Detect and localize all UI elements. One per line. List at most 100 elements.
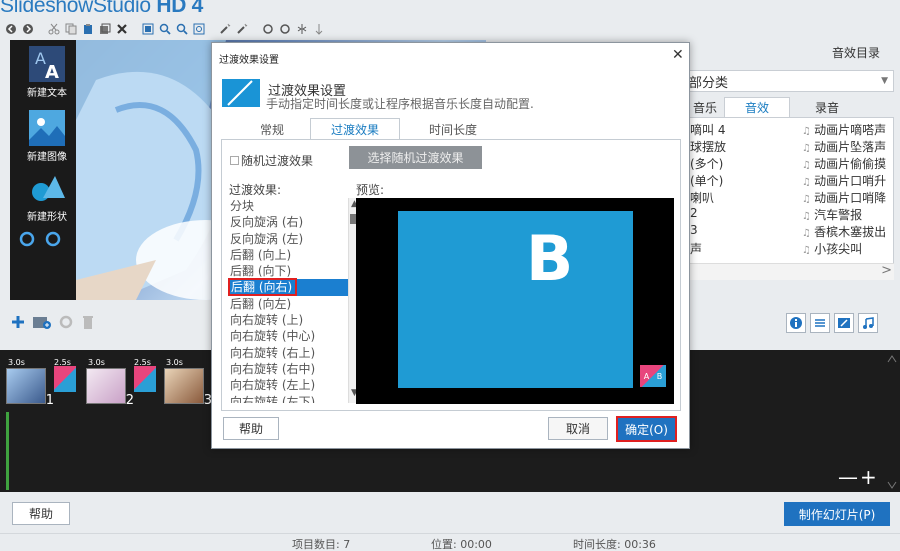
effect-item[interactable]: 后翻 (向左)	[228, 296, 356, 312]
effect-item[interactable]: 向右旋转 (中心)	[228, 328, 356, 344]
scroll-right-icon[interactable]: >	[881, 263, 892, 278]
choose-random-transition-button[interactable]: 选择随机过渡效果	[349, 146, 482, 169]
sfx-category-select[interactable]: 部分类 ▼	[686, 70, 894, 92]
sfx-item[interactable]: 小孩尖叫	[802, 240, 886, 257]
playhead-marker[interactable]	[6, 412, 9, 490]
sfx-item[interactable]: 动画片口哨升	[802, 172, 886, 189]
transition-icon[interactable]	[834, 313, 854, 333]
flip-icon[interactable]	[295, 22, 309, 36]
forward-icon[interactable]	[21, 22, 35, 36]
tab-general[interactable]: 常规	[232, 118, 312, 140]
effect-item[interactable]: 向右旋转 (左下)	[228, 394, 356, 403]
new-shape-button[interactable]: 新建形状	[18, 164, 76, 223]
effect-item[interactable]: 反向旋涡 (左)	[228, 231, 356, 247]
timeline-transition[interactable]	[54, 366, 76, 392]
effect-item-selected[interactable]: 后翻 (向右)	[228, 278, 356, 297]
add-icon[interactable]	[10, 314, 26, 330]
app-title: SlideshowStudio HD 4	[0, 0, 203, 18]
tab-music[interactable]: 音乐	[686, 97, 724, 117]
sfx-horizontal-scrollbar[interactable]: >	[686, 263, 894, 280]
clip-duration: 3.0s	[88, 358, 105, 367]
rotate-ccw-icon[interactable]	[18, 230, 36, 248]
back-icon[interactable]	[4, 22, 18, 36]
effect-item[interactable]: 向右旋转 (左上)	[228, 377, 356, 393]
sfx-item[interactable]: 香槟木塞拔出	[802, 223, 886, 240]
random-transition-checkbox[interactable]: 随机过渡效果	[230, 152, 313, 169]
effect-item[interactable]: 后翻 (向上)	[228, 247, 356, 263]
duplicate-icon[interactable]	[98, 22, 112, 36]
selected-effect-label: 后翻 (向右)	[228, 278, 298, 297]
fit-icon[interactable]	[141, 22, 155, 36]
timeline-clip[interactable]: 3.0s 3	[164, 358, 212, 408]
sfx-item[interactable]: 嘀叫 4	[690, 121, 726, 138]
status-bar: 项目数目: 7 位置: 00:00 时间长度: 00:36	[0, 533, 900, 551]
wand-icon[interactable]	[218, 22, 232, 36]
sfx-item[interactable]: 汽车警报	[802, 206, 886, 223]
dialog-cancel-button[interactable]: 取消	[548, 417, 608, 440]
dialog-ok-button[interactable]: 确定(O)	[616, 416, 677, 442]
sfx-item[interactable]: 动画片偷偷摸	[802, 155, 886, 172]
zoom-in-icon[interactable]	[158, 22, 172, 36]
tab-recording[interactable]: 录音	[794, 97, 860, 117]
timeline-clip[interactable]: 3.0s 1	[6, 358, 54, 408]
effect-item[interactable]: 反向旋涡 (右)	[228, 214, 356, 230]
paste-icon[interactable]	[81, 22, 95, 36]
music-icon[interactable]	[858, 313, 878, 333]
add-image-icon[interactable]	[32, 314, 52, 330]
tab-transition[interactable]: 过渡效果	[310, 118, 400, 140]
preview-slide	[398, 211, 633, 388]
rotate-right-icon[interactable]	[278, 22, 292, 36]
timeline-zoom-control[interactable]: —+	[838, 465, 879, 489]
settings-icon[interactable]	[58, 314, 74, 330]
delete-icon[interactable]	[115, 22, 129, 36]
tab-sfx[interactable]: 音效	[724, 97, 790, 117]
sfx-category-value: 部分类	[689, 75, 729, 91]
sfx-item[interactable]: 喇叭	[690, 189, 726, 206]
timeline-transition[interactable]	[134, 366, 156, 392]
new-text-label: 新建文本	[27, 88, 67, 99]
rotate-cw-icon[interactable]	[44, 230, 62, 248]
clip-number: 2	[125, 393, 134, 408]
sfx-item[interactable]: 声	[690, 240, 726, 257]
help-button[interactable]: 帮助	[12, 502, 70, 525]
align-icon[interactable]	[810, 313, 830, 333]
tab-duration[interactable]: 时间长度	[408, 118, 498, 140]
new-image-button[interactable]: 新建图像	[18, 104, 76, 163]
chevron-down-icon: ▼	[881, 76, 888, 86]
sfx-item[interactable]: 动画片口哨降	[802, 189, 886, 206]
dialog-help-button[interactable]: 帮助	[223, 417, 279, 440]
sfx-item[interactable]: 3	[690, 223, 726, 240]
rotate-left-icon[interactable]	[261, 22, 275, 36]
move-icon[interactable]	[312, 22, 326, 36]
close-icon[interactable]: ✕	[672, 47, 684, 63]
effect-item[interactable]: 后翻 (向下)	[228, 263, 356, 279]
sfx-item[interactable]: 动画片嘀嗒声	[802, 121, 886, 138]
effect-item[interactable]: 向右旋转 (上)	[228, 312, 356, 328]
svg-text:A: A	[45, 62, 59, 82]
checkbox-box[interactable]	[230, 156, 239, 165]
zoom-out-icon[interactable]	[175, 22, 189, 36]
effect-item[interactable]: 分块	[228, 198, 356, 214]
make-slideshow-button[interactable]: 制作幻灯片(P)	[784, 502, 890, 526]
sfx-item[interactable]: 球摆放	[690, 138, 726, 155]
dialog-title: 过渡效果设置	[219, 55, 279, 66]
info-icon[interactable]	[786, 313, 806, 333]
trash-icon[interactable]	[80, 314, 96, 330]
dialog-tabs: 常规 过渡效果 时间长度	[212, 117, 691, 140]
timeline-vertical-scrollbar[interactable]	[884, 352, 900, 492]
timeline-clip[interactable]: 3.0s 2	[86, 358, 134, 408]
transition-settings-dialog: 过渡效果设置 ✕ 过渡效果设置 手动指定时间长度或让程序根据音乐长度自动配置. …	[211, 42, 690, 449]
dialog-header-subtitle: 手动指定时间长度或让程序根据音乐长度自动配置.	[266, 97, 534, 111]
sfx-item[interactable]: 2	[690, 206, 726, 223]
zoom-fit-icon[interactable]	[192, 22, 206, 36]
cut-icon[interactable]	[47, 22, 61, 36]
new-text-button[interactable]: AA 新建文本	[18, 40, 76, 99]
sfx-item[interactable]: 动画片坠落声	[802, 138, 886, 155]
sfx-item[interactable]: (单个)	[690, 172, 726, 189]
wand2-icon[interactable]	[235, 22, 249, 36]
sfx-list-left-column: 嘀叫 4 球摆放 (多个) (单个) 喇叭 2 3 声	[690, 121, 726, 257]
effect-item[interactable]: 向右旋转 (右中)	[228, 361, 356, 377]
copy-icon[interactable]	[64, 22, 78, 36]
sfx-item[interactable]: (多个)	[690, 155, 726, 172]
effect-item[interactable]: 向右旋转 (右上)	[228, 345, 356, 361]
